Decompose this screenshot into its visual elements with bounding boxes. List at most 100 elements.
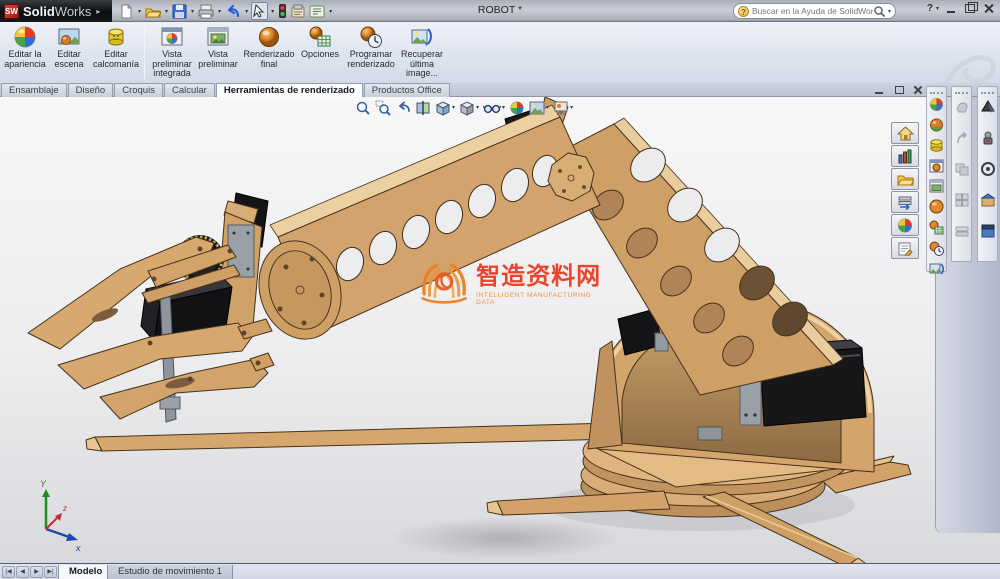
dropdown-caret-icon[interactable]: ▾ xyxy=(329,8,332,15)
pyramid-tool-icon[interactable] xyxy=(980,99,996,120)
edit-appearance-icon[interactable] xyxy=(508,100,526,116)
search-dropdown-icon[interactable]: ▾ xyxy=(888,8,891,15)
render-options-button[interactable]: Opciones xyxy=(298,24,342,60)
tab-productos-office[interactable]: Productos Office xyxy=(364,83,450,97)
help-caret-icon[interactable]: ▾ xyxy=(936,5,939,12)
tab-herramientas-de-renderizado[interactable]: Herramientas de renderizado xyxy=(216,83,363,97)
view-orientation-icon[interactable]: ▾ xyxy=(434,100,456,116)
first-sheet-button[interactable]: |◀ xyxy=(2,566,15,578)
zoom-to-area-icon[interactable] xyxy=(374,100,392,116)
close-button[interactable] xyxy=(983,3,996,14)
tab-calcular[interactable]: Calcular xyxy=(164,83,215,97)
dropdown-caret-icon[interactable]: ▾ xyxy=(502,104,505,111)
disabled-tool-icon-3[interactable] xyxy=(954,161,970,182)
disabled-tool-icon-2[interactable] xyxy=(954,130,970,151)
doc-close-button[interactable] xyxy=(912,85,924,95)
interior-bracket xyxy=(698,427,722,440)
3d-viewport-canvas[interactable]: Y x z xyxy=(0,97,1000,563)
graphics-area[interactable]: Y x z ▾ xyxy=(0,97,1000,563)
recall-last-image-button[interactable]: Recuperar última image... xyxy=(400,24,444,79)
search-help-badge-icon: ? xyxy=(738,6,749,17)
restore-button[interactable] xyxy=(964,3,977,14)
library-tool-icon[interactable] xyxy=(980,192,996,213)
select-cursor-icon[interactable] xyxy=(251,2,268,20)
tab-estudio-de-movimiento[interactable]: Estudio de movimiento 1 xyxy=(107,565,233,579)
section-view-icon[interactable] xyxy=(414,100,432,116)
integrated-preview-icon[interactable] xyxy=(929,159,944,178)
new-document-icon[interactable] xyxy=(118,2,135,20)
tab-ensamblaje[interactable]: Ensamblaje xyxy=(1,83,67,97)
next-sheet-button[interactable]: ▶ xyxy=(30,566,43,578)
appearance-wheel-icon xyxy=(13,25,37,49)
open-icon[interactable] xyxy=(144,2,162,20)
undo-icon[interactable] xyxy=(224,2,242,20)
solidworks-resources-icon[interactable] xyxy=(891,122,919,144)
properties-icon[interactable] xyxy=(289,2,307,20)
render-options-icon[interactable] xyxy=(929,220,944,240)
disabled-tool-icon-1[interactable] xyxy=(954,99,970,120)
part-box-tool-icon[interactable] xyxy=(980,223,996,244)
apply-scene-icon[interactable]: ▾ xyxy=(528,100,550,116)
file-explorer-icon[interactable] xyxy=(891,168,919,190)
help-button[interactable]: ? xyxy=(927,3,933,14)
final-render-icon[interactable] xyxy=(929,199,944,219)
search-icon[interactable] xyxy=(873,5,886,18)
quick-access-toolbar: ▾ ▾ ▾ ▾ ▾ ▾ ▾ xyxy=(118,2,334,20)
dropdown-caret-icon[interactable]: ▾ xyxy=(452,104,455,111)
dropdown-caret-icon[interactable]: ▾ xyxy=(165,8,168,15)
preview-window-icon xyxy=(206,25,230,49)
view-palette-icon[interactable] xyxy=(891,191,919,213)
search-box[interactable]: ? ▾ xyxy=(733,3,896,19)
traffic-light-icon[interactable] xyxy=(277,2,288,20)
edit-decal-button[interactable]: Editar calcomanía xyxy=(91,24,141,69)
edit-scene-button[interactable]: Editar escena xyxy=(47,24,91,69)
hide-show-items-icon[interactable]: ▾ xyxy=(482,100,506,116)
minimize-button[interactable] xyxy=(945,3,958,14)
custom-properties-icon[interactable] xyxy=(891,237,919,259)
disabled-tool-icon-5[interactable] xyxy=(954,223,970,244)
appearances-icon[interactable] xyxy=(891,214,919,236)
previous-sheet-button[interactable]: ◀ xyxy=(16,566,29,578)
display-style-icon[interactable]: ▾ xyxy=(458,100,480,116)
menu-flyout-arrow-icon[interactable]: ▸ xyxy=(96,7,100,16)
component-tool-icon[interactable] xyxy=(980,130,996,151)
preview-button[interactable]: Vista preliminar xyxy=(196,24,240,69)
dropdown-caret-icon[interactable]: ▾ xyxy=(570,104,573,111)
view-settings-icon[interactable]: ▾ xyxy=(552,100,574,116)
scheduled-render-icon[interactable] xyxy=(929,241,944,261)
recall-image-icon[interactable] xyxy=(929,262,944,281)
ribbon-button-label: Vista preliminar integrada xyxy=(148,50,196,79)
disabled-tool-icon-4[interactable] xyxy=(954,192,970,213)
edit-appearance-button[interactable]: Editar la apariencia xyxy=(3,24,47,69)
scene-icon[interactable] xyxy=(929,118,944,137)
doc-restore-button[interactable] xyxy=(893,85,905,95)
dropdown-caret-icon[interactable]: ▾ xyxy=(476,104,479,111)
last-sheet-button[interactable]: ▶| xyxy=(44,566,57,578)
previous-view-icon[interactable] xyxy=(394,100,412,116)
schedule-render-button[interactable]: Programar renderizado xyxy=(342,24,400,69)
appearance-wheel-icon[interactable] xyxy=(929,97,944,117)
integrated-preview-button[interactable]: Vista preliminar integrada xyxy=(148,24,196,79)
dropdown-caret-icon[interactable]: ▾ xyxy=(138,8,141,15)
save-icon[interactable] xyxy=(171,2,188,20)
dropdown-caret-icon[interactable]: ▾ xyxy=(546,104,549,111)
model-tab-bar: |◀ ◀ ▶ ▶| Modelo Estudio de movimiento 1 xyxy=(0,563,1000,579)
dropdown-caret-icon[interactable]: ▾ xyxy=(245,8,248,15)
report-icon[interactable] xyxy=(308,2,326,20)
zoom-to-fit-icon[interactable] xyxy=(354,100,372,116)
final-render-button[interactable]: Renderizado final xyxy=(240,24,298,69)
dropdown-caret-icon[interactable]: ▾ xyxy=(271,8,274,15)
svg-text:z: z xyxy=(62,504,67,513)
search-input[interactable] xyxy=(752,6,873,16)
preview-window-icon[interactable] xyxy=(929,179,944,198)
print-icon[interactable] xyxy=(197,2,215,20)
tab-croquis[interactable]: Croquis xyxy=(114,83,163,97)
doc-minimize-button[interactable] xyxy=(874,85,886,95)
dropdown-caret-icon[interactable]: ▾ xyxy=(191,8,194,15)
dropdown-caret-icon[interactable]: ▾ xyxy=(218,8,221,15)
target-tool-icon[interactable] xyxy=(980,161,996,182)
decal-icon[interactable] xyxy=(929,138,944,158)
tab-modelo[interactable]: Modelo xyxy=(58,565,113,579)
design-library-icon[interactable] xyxy=(891,145,919,167)
tab-diseno[interactable]: Diseño xyxy=(68,83,114,97)
